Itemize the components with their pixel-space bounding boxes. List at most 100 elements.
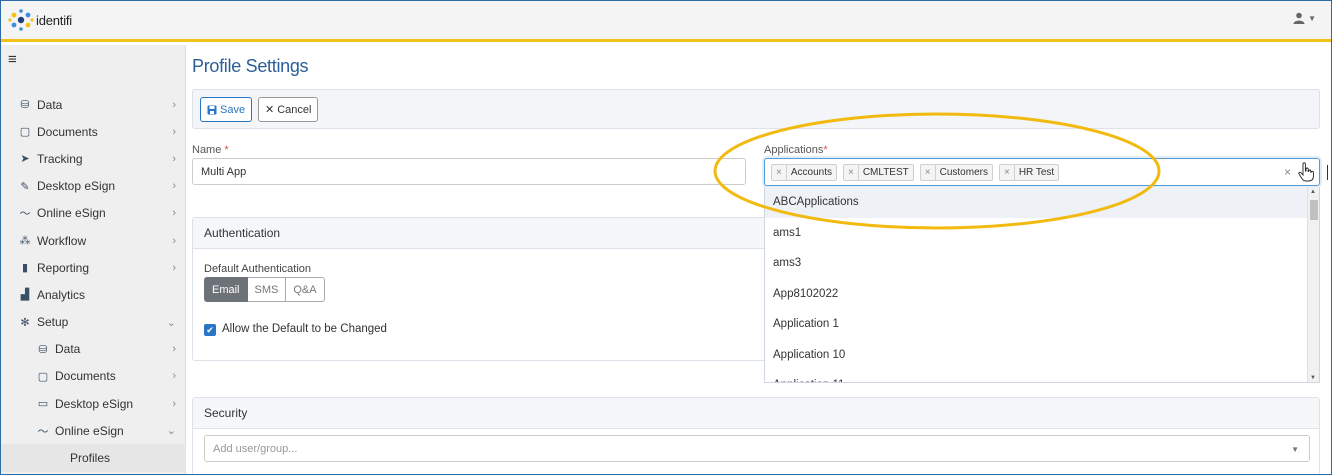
pen-icon: ✎ bbox=[20, 180, 30, 193]
app-logo[interactable]: identifi bbox=[8, 8, 94, 32]
sitemap-icon: ⁂ bbox=[19, 235, 31, 248]
application-option[interactable]: Application 10 bbox=[765, 340, 1319, 371]
save-button-label: Save bbox=[220, 103, 246, 116]
chevron-down-icon: ⌄ bbox=[166, 425, 176, 438]
main-content: Profile Settings Save ✕ Cancel Name * Mu… bbox=[192, 45, 1328, 475]
scrollbar-thumb[interactable] bbox=[1310, 200, 1318, 220]
sidebar-item-online-esign[interactable]: 〜 Online eSign ⌄ bbox=[0, 417, 186, 444]
sidebar-item-label: Online eSign bbox=[37, 206, 106, 221]
name-input[interactable]: Multi App bbox=[192, 158, 746, 185]
application-option[interactable]: App8102022 bbox=[765, 279, 1319, 310]
remove-tag-icon[interactable]: × bbox=[1000, 165, 1015, 180]
sidebar-nav: ⛁ Data › ▢ Documents › ➤ Tracking › ✎ Desktop eSig… bbox=[0, 91, 186, 472]
add-user-group-select[interactable]: Add user/group... ▼ bbox=[204, 435, 1310, 462]
chevron-right-icon: › bbox=[172, 125, 176, 138]
application-option[interactable]: ams3 bbox=[765, 248, 1319, 279]
authentication-method-toggle: Email SMS Q&A bbox=[204, 277, 325, 302]
applications-dropdown: ABCApplications ams1 ams3 App8102022 Applica… bbox=[764, 187, 1320, 383]
chevron-right-icon: › bbox=[172, 261, 176, 274]
caret-down-icon: ▼ bbox=[1291, 445, 1299, 454]
remove-tag-icon[interactable]: × bbox=[921, 165, 936, 180]
sidebar-item-label: Desktop eSign bbox=[37, 179, 116, 194]
add-user-group-placeholder: Add user/group... bbox=[213, 442, 298, 455]
scroll-up-icon[interactable]: ▲ bbox=[1310, 189, 1316, 195]
file-icon: ▮ bbox=[21, 262, 29, 275]
remove-tag-icon[interactable]: × bbox=[844, 165, 859, 180]
cog-icon: ✻ bbox=[20, 316, 30, 329]
chevron-right-icon: › bbox=[172, 370, 176, 383]
database-icon: ⛁ bbox=[20, 99, 30, 112]
allow-default-change-label: Allow the Default to be Changed bbox=[222, 323, 387, 335]
cancel-button[interactable]: ✕ Cancel bbox=[258, 97, 319, 122]
check-icon: ✔ bbox=[206, 324, 214, 335]
chevron-right-icon: › bbox=[172, 207, 176, 220]
sidebar-item-documents[interactable]: ▢ Documents › bbox=[0, 118, 186, 145]
remove-tag-icon[interactable]: × bbox=[772, 165, 787, 180]
signature-icon: 〜 bbox=[19, 208, 31, 221]
sidebar-item-tracking[interactable]: ➤ Tracking › bbox=[0, 145, 186, 172]
auth-option-email[interactable]: Email bbox=[204, 277, 248, 302]
hand-pointer-icon bbox=[1298, 162, 1314, 182]
sidebar-item-desktop-esign[interactable]: ✎ Desktop eSign › bbox=[0, 173, 186, 200]
dropdown-scrollbar[interactable]: ▲ ▼ bbox=[1307, 187, 1319, 382]
chevron-right-icon: › bbox=[172, 180, 176, 193]
sidebar: ≡ ⛁ Data › ▢ Documents › ➤ Tracking › ✎ Desktop eS… bbox=[0, 45, 186, 475]
sidebar-item-label: Data bbox=[37, 97, 63, 112]
desktop-icon: ▭ bbox=[37, 398, 49, 411]
sidebar-item-desktop-esign[interactable]: ▭ Desktop eSign › bbox=[0, 390, 186, 417]
application-tag: × HR Test bbox=[998, 164, 1060, 181]
hamburger-menu-icon[interactable]: ≡ bbox=[8, 51, 17, 68]
sidebar-item-reporting[interactable]: ▮ Reporting › bbox=[0, 254, 186, 281]
caret-down-icon: ▼ bbox=[1308, 13, 1316, 23]
database-icon: ⛁ bbox=[38, 343, 48, 356]
selected-applications: × Accounts × CMLTEST × Customers × HR Test bbox=[771, 164, 1060, 181]
applications-multiselect[interactable]: × Accounts × CMLTEST × Customers × HR Test × bbox=[764, 158, 1328, 186]
user-icon bbox=[1293, 12, 1305, 24]
default-authentication-label: Default Authentication bbox=[204, 263, 312, 275]
clipboard-icon: ▢ bbox=[19, 126, 31, 139]
security-panel: Security Add user/group... ▼ bbox=[192, 397, 1320, 475]
auth-option-sms[interactable]: SMS bbox=[247, 277, 287, 302]
sidebar-item-data[interactable]: ⛁ Data › bbox=[0, 336, 186, 363]
sidebar-item-online-esign[interactable]: 〜 Online eSign › bbox=[0, 200, 186, 227]
application-option[interactable]: Application 1 bbox=[765, 309, 1319, 340]
floppy-disk-icon bbox=[207, 105, 217, 114]
page-title: Profile Settings bbox=[192, 56, 309, 76]
application-tag-label: HR Test bbox=[1018, 167, 1055, 178]
logo-mark-icon bbox=[8, 9, 34, 31]
cancel-button-label: Cancel bbox=[277, 103, 312, 116]
allow-default-change-checkbox[interactable]: ✔ bbox=[204, 324, 216, 336]
applications-label: Applications* bbox=[764, 144, 828, 156]
area-chart-icon: ▟ bbox=[20, 289, 30, 302]
paper-plane-icon: ➤ bbox=[20, 153, 30, 166]
scroll-down-icon[interactable]: ▼ bbox=[1310, 375, 1316, 381]
sidebar-item-label: Documents bbox=[55, 369, 116, 384]
chevron-right-icon: › bbox=[172, 98, 176, 111]
toolbar: Save ✕ Cancel bbox=[192, 89, 1320, 129]
logo-text: identifi bbox=[36, 12, 72, 28]
application-option[interactable]: ams1 bbox=[765, 218, 1319, 249]
sidebar-item-documents[interactable]: ▢ Documents › bbox=[0, 363, 186, 390]
sidebar-item-label: Data bbox=[55, 342, 81, 357]
user-menu[interactable]: ▼ bbox=[1293, 12, 1316, 24]
chevron-right-icon: › bbox=[172, 234, 176, 247]
sidebar-item-workflow[interactable]: ⁂ Workflow › bbox=[0, 227, 186, 254]
sidebar-item-analytics[interactable]: ▟ Analytics bbox=[0, 281, 186, 308]
sidebar-item-profiles[interactable]: Profiles bbox=[0, 444, 186, 472]
save-button[interactable]: Save bbox=[200, 97, 253, 122]
clear-selection-icon[interactable]: × bbox=[1284, 165, 1291, 179]
auth-option-qa[interactable]: Q&A bbox=[286, 277, 325, 302]
sidebar-item-setup[interactable]: ✻ Setup ⌄ bbox=[0, 309, 186, 336]
application-option[interactable]: Application 11 bbox=[765, 370, 1319, 382]
application-tag-label: Accounts bbox=[790, 167, 832, 178]
clipboard-icon: ▢ bbox=[37, 370, 49, 383]
sidebar-item-label: Workflow bbox=[37, 233, 87, 248]
sidebar-item-data[interactable]: ⛁ Data › bbox=[0, 91, 186, 118]
application-tag-label: Customers bbox=[939, 167, 988, 178]
application-option[interactable]: ABCApplications bbox=[765, 187, 1319, 218]
close-icon: ✕ bbox=[265, 104, 275, 116]
sidebar-item-label: Tracking bbox=[37, 151, 83, 166]
application-tag-label: CMLTEST bbox=[862, 167, 909, 178]
sidebar-item-label: Analytics bbox=[37, 287, 86, 302]
text-cursor bbox=[1327, 165, 1328, 180]
